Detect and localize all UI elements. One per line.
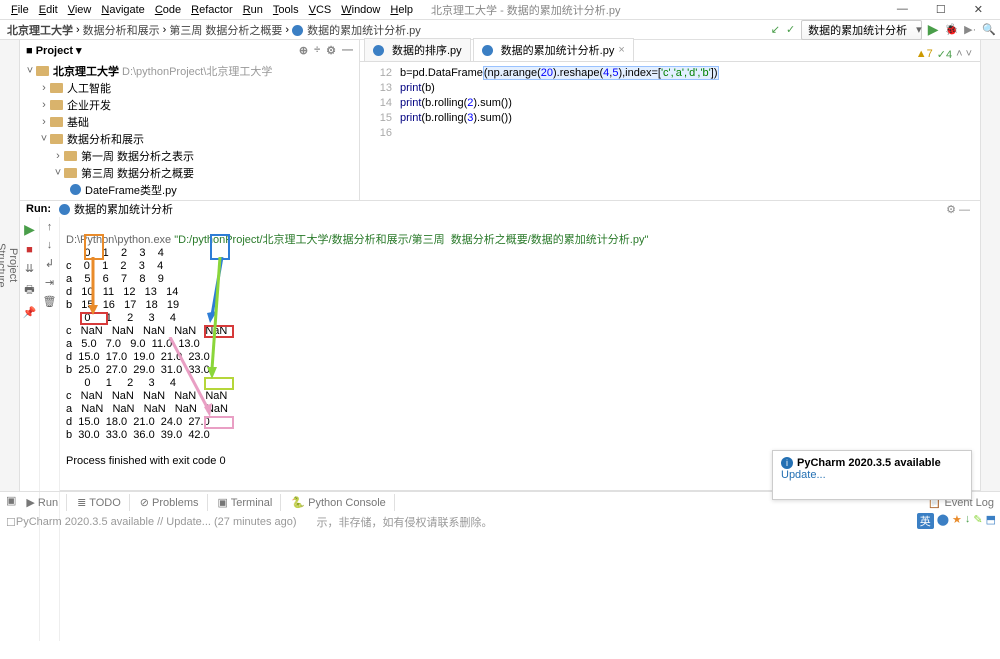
editor-tab-0[interactable]: 数据的排序.py <box>364 38 471 61</box>
project-title[interactable]: ■ Project ▾ <box>26 44 82 57</box>
git-icon[interactable]: ↙ <box>771 23 780 36</box>
breadcrumb: 北京理工大学› 数据分析和展示› 第三周 数据分析之概要› 数据的累加统计分析.… <box>0 20 1000 40</box>
menu-vcs[interactable]: VCS <box>304 4 337 16</box>
crumb-2[interactable]: 第三周 数据分析之概要 <box>166 22 285 38</box>
menu-edit[interactable]: Edit <box>34 4 63 16</box>
up-icon[interactable]: ↑ <box>47 221 53 233</box>
close-icon[interactable]: ✕ <box>969 3 988 16</box>
toast-title: PyCharm 2020.3.5 available <box>797 457 941 469</box>
toast-update-link[interactable]: Update... <box>781 469 963 481</box>
arrow-blue <box>182 257 232 327</box>
editor-tab-1[interactable]: 数据的累加统计分析.py× <box>473 38 634 61</box>
menu-file[interactable]: File <box>6 4 34 16</box>
export-icon[interactable]: ⇥ <box>45 276 54 289</box>
sidebar-project[interactable]: Project <box>7 248 19 282</box>
git-branch-icon[interactable]: ✓ <box>786 23 795 36</box>
gear-icon[interactable]: ⚙ <box>326 44 336 57</box>
debug-button[interactable]: 🐞 <box>944 23 958 36</box>
tray-icon-3[interactable]: ↓ <box>965 513 971 529</box>
run-gear-icon[interactable]: ⚙ — <box>942 203 974 216</box>
run-panel: Run: 数据的累加统计分析 ⚙ — ▶ ■ ⇊ 🖶 📌 ↑ ↓ ↲ ⇥ 🗑 <box>20 201 980 491</box>
tray-icon-2[interactable]: ★ <box>952 513 962 529</box>
menu-refactor[interactable]: Refactor <box>186 4 238 16</box>
wrap-icon[interactable]: ↲ <box>45 257 54 270</box>
window-title: 北京理工大学 - 数据的累加统计分析.py <box>426 2 625 18</box>
info-icon: i <box>781 457 793 469</box>
editor: 数据的排序.py 数据的累加统计分析.py× ▲7 ✓4 ˄ ˅ 1213141… <box>360 40 980 200</box>
update-toast: i PyCharm 2020.3.5 available Update... <box>772 450 972 500</box>
run-button[interactable]: ▶ <box>928 21 939 38</box>
maximize-icon[interactable]: ☐ <box>931 3 951 16</box>
project-tree[interactable]: ˅北京理工大学D:\pythonProject\北京理工大学 ›人工智能 ›企业… <box>20 60 359 200</box>
ime-icon[interactable]: 英 <box>917 513 934 529</box>
tray-icon-4[interactable]: ✎ <box>973 513 982 529</box>
tray-icon-1[interactable]: ⬤ <box>937 513 949 529</box>
minimize-icon[interactable]: — <box>892 3 913 16</box>
annot-lime <box>204 377 234 390</box>
target-icon[interactable]: ÷ <box>314 44 320 57</box>
down-icon[interactable]: ↓ <box>47 239 53 251</box>
run-tab[interactable]: 数据的累加统计分析 <box>74 201 173 217</box>
rerun-icon[interactable]: ▶ <box>24 221 35 238</box>
run-label: Run: <box>26 203 51 215</box>
project-pane: ■ Project ▾ ⊕ ÷ ⚙ — ˅北京理工大学D:\pythonProj… <box>20 40 360 200</box>
menu-navigate[interactable]: Navigate <box>96 4 149 16</box>
hide-icon[interactable]: — <box>342 44 353 57</box>
run-output[interactable]: D:\Python\python.exe "D:/pythonProject/北… <box>60 217 980 641</box>
right-gutter <box>980 40 1000 491</box>
menu-code[interactable]: Code <box>150 4 186 16</box>
more-run-icon[interactable]: ▶· <box>964 23 976 36</box>
code-area[interactable]: 1213141516 b=pd.DataFrame(np.arange(20).… <box>360 62 980 200</box>
print-icon[interactable]: 🖶 <box>24 281 34 300</box>
pin-icon[interactable]: 📌 <box>23 306 37 319</box>
stop-icon[interactable]: ■ <box>26 244 33 256</box>
ok-badge[interactable]: ✓4 <box>937 48 952 61</box>
warnings-badge[interactable]: ▲7 <box>916 48 933 61</box>
menu-view[interactable]: View <box>63 4 97 16</box>
menu-bar: File Edit View Navigate Code Refactor Ru… <box>0 0 1000 20</box>
run-config-dropdown[interactable]: 数据的累加统计分析 <box>801 20 922 40</box>
menu-run[interactable]: Run <box>238 4 268 16</box>
menu-window[interactable]: Window <box>336 4 385 16</box>
menu-tools[interactable]: Tools <box>268 4 304 16</box>
crumb-0[interactable]: 北京理工大学 <box>4 22 76 38</box>
left-gutter: Project Structure Favorites <box>0 40 20 491</box>
menu-help[interactable]: Help <box>385 4 418 16</box>
tray-icon-5[interactable]: ⬒ <box>986 513 996 529</box>
scroll-icon[interactable]: ⇊ <box>25 262 34 275</box>
status-square-icon[interactable]: ▣ <box>6 494 16 511</box>
crumb-3[interactable]: 数据的累加统计分析.py <box>289 22 424 38</box>
search-icon[interactable]: 🔍 <box>982 23 996 36</box>
crumb-1[interactable]: 数据分析和展示 <box>80 22 163 38</box>
collapse-icon[interactable]: ⊕ <box>299 44 308 57</box>
trash-icon[interactable]: 🗑 <box>43 295 57 308</box>
sidebar-structure[interactable]: Structure <box>0 243 7 288</box>
